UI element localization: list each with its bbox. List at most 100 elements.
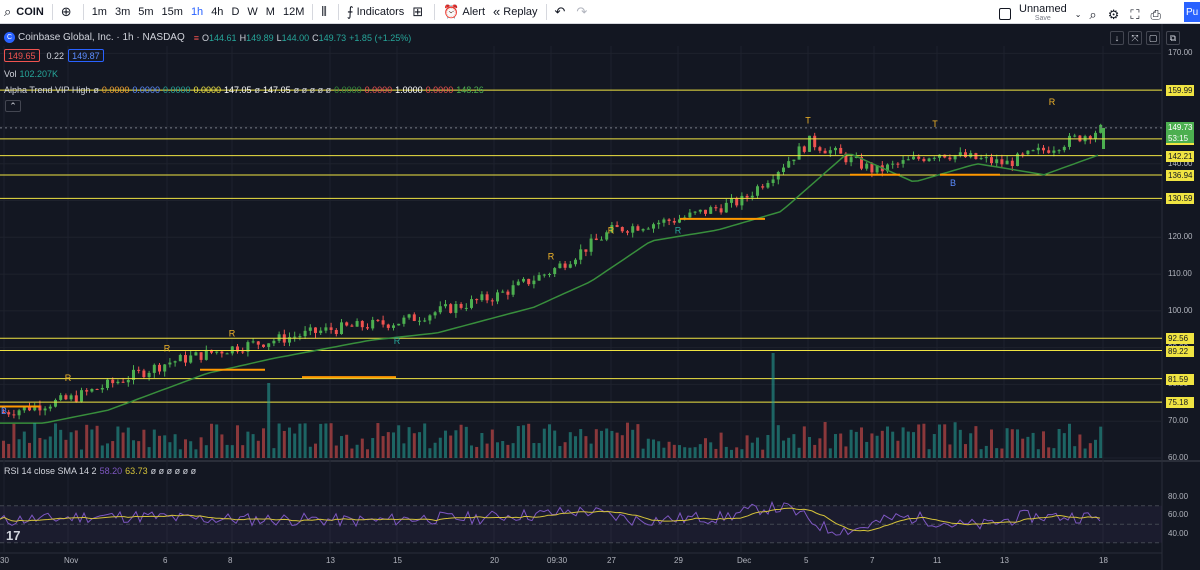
volume-bar: [568, 432, 572, 458]
volume-bar: [298, 423, 302, 458]
bid-price[interactable]: 149.65: [4, 49, 40, 62]
time-axis-label: 18: [1099, 556, 1108, 565]
candle-body: [652, 224, 655, 229]
candle-body: [1052, 150, 1056, 153]
candle-body: [90, 389, 94, 392]
volume-bar: [553, 430, 557, 458]
candle-body: [958, 152, 962, 156]
legend-title[interactable]: Coinbase Global, Inc. · 1h · NASDAQ: [18, 32, 185, 43]
collapse-legend-button[interactable]: ⌃: [5, 100, 21, 112]
scroll-down-button[interactable]: ↓: [1110, 31, 1124, 45]
candle-body: [735, 198, 739, 206]
collapse-pane-button[interactable]: ⤧: [1128, 31, 1142, 45]
time-axis-label: 6: [163, 556, 168, 565]
ask-price[interactable]: 149.87: [68, 49, 104, 62]
candle-body: [111, 379, 115, 384]
candle-body: [542, 274, 546, 276]
candle-body: [490, 300, 494, 302]
volume-bar: [896, 440, 900, 458]
volume-bar: [506, 444, 510, 458]
volume-bar: [813, 444, 817, 458]
volume-bar: [818, 438, 822, 458]
volume-bar: [475, 446, 479, 458]
volume-bar: [95, 425, 99, 458]
level-price-tag: 142.21: [1166, 150, 1194, 162]
ohlc-high: 149.89: [246, 32, 274, 43]
volume-bar: [137, 441, 141, 458]
candle-body: [189, 355, 193, 363]
candle-body: [303, 330, 307, 337]
candle-body: [948, 157, 952, 160]
candle-body: [381, 320, 385, 325]
volume-bar: [194, 449, 198, 458]
candle-body: [636, 226, 640, 231]
volume-bar: [792, 434, 796, 458]
volume-bar: [267, 383, 271, 458]
chart-app: ⌕ COIN ⊕ 1m 3m 5m 15m 1h 4h D W M 12M ⫴ ⨍ Indicat…: [0, 0, 1200, 570]
candle-body: [69, 395, 73, 400]
rsi-label[interactable]: RSI 14 close SMA 14 2: [4, 466, 97, 476]
candle-body: [158, 364, 161, 372]
volume-bar: [1047, 447, 1051, 458]
ohlc-low: 144.00: [281, 32, 310, 43]
volume-bar: [745, 435, 749, 458]
volume-bar: [418, 432, 421, 458]
candle-body: [454, 304, 458, 313]
volume-bar: [366, 449, 369, 458]
pane-menu-button[interactable]: ⧉: [1166, 31, 1180, 45]
candle-body: [839, 147, 843, 154]
candle-body: [1068, 135, 1071, 147]
arrow-down-icon: ↓: [1114, 33, 1120, 43]
volume-bar: [891, 431, 895, 458]
volume-bar: [724, 446, 728, 458]
candle-body: [407, 314, 411, 318]
volume-bar: [844, 446, 848, 458]
volume-bar: [1042, 431, 1045, 458]
volume-label[interactable]: Vol: [4, 69, 17, 79]
volume-bar: [220, 434, 224, 458]
ohlc-change: +1.85 (+1.25%): [349, 32, 412, 43]
candle-body: [121, 381, 125, 383]
candle-body: [896, 163, 900, 165]
price-axis-label: 60.00: [1168, 453, 1189, 462]
volume-bar: [54, 423, 57, 458]
volume-bar: [594, 429, 598, 458]
volume-bar: [943, 424, 947, 458]
candle-body: [199, 352, 203, 360]
volume-bar: [558, 446, 562, 458]
volume-bar: [272, 448, 276, 458]
volume-bar: [646, 438, 650, 458]
candle-body: [48, 406, 52, 409]
candle-body: [319, 330, 323, 333]
alpha-trend-label[interactable]: Alpha Trend VIP High: [4, 85, 90, 95]
candle-body: [459, 304, 463, 308]
volume-bar: [1057, 429, 1061, 458]
candle-body: [756, 186, 759, 196]
candle-body: [828, 150, 832, 154]
volume-bar: [173, 434, 177, 458]
volume-bar: [802, 426, 806, 458]
volume-bar: [485, 443, 489, 458]
candle-body: [813, 135, 817, 148]
candle-body: [215, 351, 219, 353]
candle-body: [724, 202, 728, 213]
volume-bar: [834, 434, 837, 458]
volume-bar: [922, 423, 926, 458]
maximize-pane-button[interactable]: ▢: [1146, 31, 1160, 45]
candle-body: [797, 146, 801, 160]
alpha-trend-value: 0.0000: [364, 85, 393, 95]
candle-body: [298, 336, 302, 338]
signal-marker-r: R: [394, 336, 401, 346]
volume-bar: [59, 429, 63, 458]
volume-bar: [527, 423, 531, 458]
candle-body: [12, 414, 16, 416]
time-axis-label: 29: [674, 556, 683, 565]
candle-body: [537, 275, 541, 281]
volume-bar: [912, 432, 915, 458]
volume-bar: [532, 443, 536, 458]
time-axis-label: 09:30: [547, 556, 568, 565]
signal-marker-b: B: [950, 178, 956, 188]
candle-body: [548, 273, 551, 275]
volume-bar: [17, 439, 21, 458]
volume-bar: [782, 440, 785, 458]
